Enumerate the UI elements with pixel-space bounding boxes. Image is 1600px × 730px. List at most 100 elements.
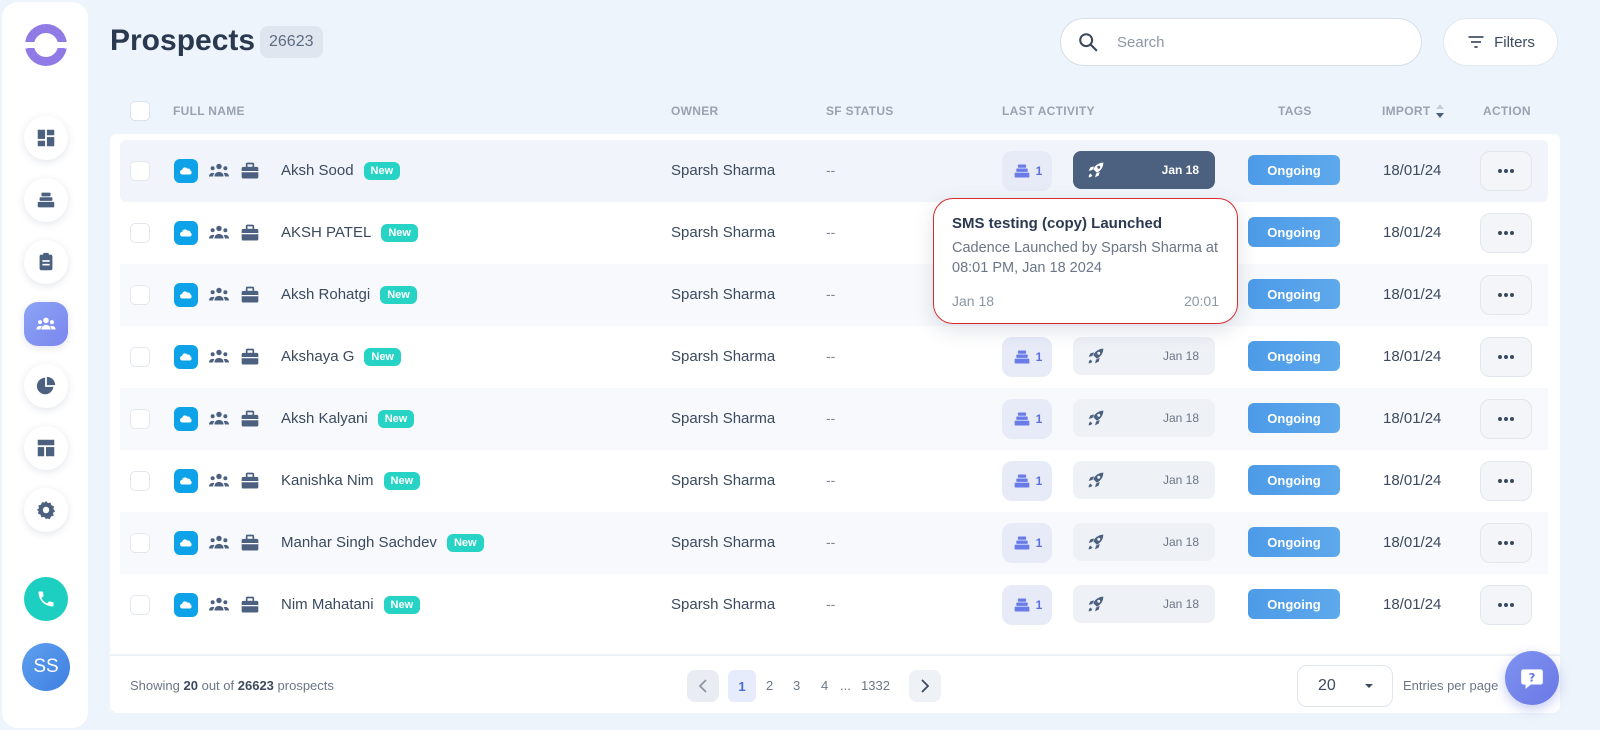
salesforce-icon[interactable] [174, 593, 198, 617]
briefcase-icon[interactable] [240, 161, 260, 181]
prospect-name[interactable]: Aksh Rohatgi [281, 286, 370, 303]
people-icon[interactable] [208, 409, 230, 429]
row-checkbox[interactable] [130, 347, 150, 367]
table-row[interactable]: Aksh RohatgiNew Sparsh Sharma -- 1 Jan 1… [120, 264, 1548, 326]
prospect-name[interactable]: AKSH PATEL [281, 224, 371, 241]
call-button[interactable] [24, 577, 68, 621]
salesforce-icon[interactable] [174, 221, 198, 245]
cadence-count-pill[interactable]: 1 [1002, 461, 1052, 501]
people-icon[interactable] [208, 595, 230, 615]
prev-page-button[interactable] [687, 670, 719, 702]
tag-badge[interactable]: Ongoing [1248, 155, 1340, 185]
people-icon[interactable] [208, 533, 230, 553]
prospects-icon[interactable] [24, 302, 68, 346]
col-tags[interactable]: TAGS [1278, 104, 1312, 118]
briefcase-icon[interactable] [240, 347, 260, 367]
cadence-count-pill[interactable]: 1 [1002, 337, 1052, 377]
tag-badge[interactable]: Ongoing [1248, 589, 1340, 619]
briefcase-icon[interactable] [240, 285, 260, 305]
last-activity-pill[interactable]: Jan 18 [1073, 337, 1215, 375]
row-checkbox[interactable] [130, 409, 150, 429]
sort-icon[interactable] [1435, 102, 1445, 120]
prospect-name[interactable]: Manhar Singh Sachdev [281, 534, 437, 551]
row-checkbox[interactable] [130, 471, 150, 491]
search-box[interactable] [1060, 18, 1422, 66]
row-action-button[interactable] [1480, 151, 1532, 191]
help-chat-button[interactable]: ? [1505, 651, 1559, 705]
last-activity-pill[interactable]: Jan 18 [1073, 151, 1215, 189]
row-action-button[interactable] [1480, 275, 1532, 315]
briefcase-icon[interactable] [240, 223, 260, 243]
last-activity-pill[interactable]: Jan 18 [1073, 461, 1215, 499]
reports-icon[interactable] [24, 364, 68, 408]
prospect-name[interactable]: Akshaya G [281, 348, 354, 365]
briefcase-icon[interactable] [240, 533, 260, 553]
page-1-button[interactable]: 1 [728, 670, 756, 702]
tag-badge[interactable]: Ongoing [1248, 403, 1340, 433]
briefcase-icon[interactable] [240, 595, 260, 615]
row-action-button[interactable] [1480, 399, 1532, 439]
briefcase-icon[interactable] [240, 409, 260, 429]
last-activity-pill[interactable]: Jan 18 [1073, 585, 1215, 623]
row-checkbox[interactable] [130, 533, 150, 553]
row-checkbox[interactable] [130, 595, 150, 615]
table-row[interactable]: Aksh Kalyani New Sparsh Sharma -- 1 Jan 1… [120, 388, 1548, 450]
tag-badge[interactable]: Ongoing [1248, 279, 1340, 309]
select-all-checkbox[interactable] [130, 101, 150, 121]
row-checkbox[interactable] [130, 223, 150, 243]
col-owner[interactable]: OWNER [671, 104, 719, 118]
last-activity-pill[interactable]: Jan 18 [1073, 523, 1215, 561]
row-action-button[interactable] [1480, 523, 1532, 563]
col-last-activity[interactable]: LAST ACTIVITY [1002, 104, 1095, 118]
cadence-count-pill[interactable]: 1 [1002, 523, 1052, 563]
people-icon[interactable] [208, 471, 230, 491]
row-action-button[interactable] [1480, 585, 1532, 625]
task-icon[interactable] [24, 240, 68, 284]
last-page-button[interactable]: 1332 [861, 678, 890, 693]
salesforce-icon[interactable] [174, 345, 198, 369]
salesforce-icon[interactable] [174, 407, 198, 431]
page-2-button[interactable]: 2 [766, 678, 773, 693]
people-icon[interactable] [208, 161, 230, 181]
cadence-count-pill[interactable]: 1 [1002, 151, 1052, 191]
filters-button[interactable]: Filters [1443, 18, 1558, 66]
briefcase-icon[interactable] [240, 471, 260, 491]
col-full-name[interactable]: FULL NAME [173, 104, 245, 118]
templates-icon[interactable] [24, 426, 68, 470]
tag-badge[interactable]: Ongoing [1248, 527, 1340, 557]
table-row[interactable]: Akshaya G New Sparsh Sharma -- 1 Jan 18 O… [120, 326, 1548, 388]
tag-badge[interactable]: Ongoing [1248, 465, 1340, 495]
prospect-name[interactable]: Aksh Sood [281, 162, 354, 179]
salesforce-icon[interactable] [174, 469, 198, 493]
settings-icon[interactable] [24, 488, 68, 532]
table-row[interactable]: Nim Mahatani New Sparsh Sharma -- 1 Jan 1… [120, 574, 1548, 636]
row-action-button[interactable] [1480, 461, 1532, 501]
people-icon[interactable] [208, 223, 230, 243]
page-3-button[interactable]: 3 [793, 678, 800, 693]
col-sf-status[interactable]: SF STATUS [826, 104, 894, 118]
row-action-button[interactable] [1480, 337, 1532, 377]
page-4-button[interactable]: 4 [821, 678, 828, 693]
tag-badge[interactable]: Ongoing [1248, 341, 1340, 371]
salesforce-icon[interactable] [174, 283, 198, 307]
table-row[interactable]: Kanishka Nim New Sparsh Sharma -- 1 Jan 1… [120, 450, 1548, 512]
row-checkbox[interactable] [130, 161, 150, 181]
people-icon[interactable] [208, 347, 230, 367]
cadence-icon[interactable] [24, 178, 68, 222]
row-checkbox[interactable] [130, 285, 150, 305]
salesforce-icon[interactable] [174, 531, 198, 555]
next-page-button[interactable] [909, 670, 941, 702]
row-action-button[interactable] [1480, 213, 1532, 253]
prospect-name[interactable]: Kanishka Nim [281, 472, 374, 489]
table-row[interactable]: Manhar Singh Sachdev New Sparsh Sharma --… [120, 512, 1548, 574]
cadence-count-pill[interactable]: 1 [1002, 585, 1052, 625]
prospect-name[interactable]: Nim Mahatani [281, 596, 374, 613]
col-import[interactable]: IMPORT [1382, 104, 1430, 118]
entries-per-page-select[interactable]: 20 [1297, 665, 1393, 707]
table-row[interactable]: AKSH PATELNew Sparsh Sharma -- 1 Jan 18 … [120, 202, 1548, 264]
prospect-name[interactable]: Aksh Kalyani [281, 410, 368, 427]
dashboard-icon[interactable] [24, 116, 68, 160]
user-avatar[interactable]: SS [22, 643, 70, 691]
last-activity-pill[interactable]: Jan 18 [1073, 399, 1215, 437]
cadence-count-pill[interactable]: 1 [1002, 399, 1052, 439]
